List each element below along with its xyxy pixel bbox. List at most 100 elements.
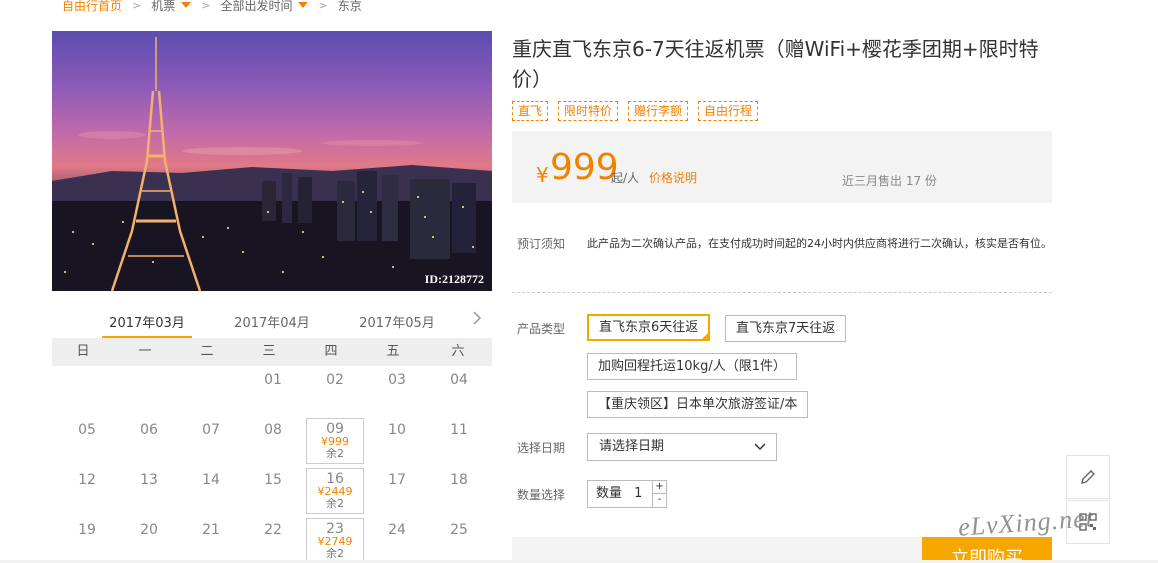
price-unit: 起/人 [611, 171, 640, 185]
product-tag: 直飞 [512, 101, 549, 121]
calendar-day: 15 [244, 468, 302, 514]
calendar-day-number: 25 [450, 522, 468, 538]
tab-month-1[interactable]: 2017年03月 [102, 312, 192, 339]
calendar-day-number: 05 [78, 422, 96, 438]
calendar-day-number: 02 [326, 372, 344, 388]
quantity-stepper[interactable]: 数量 1 + - [587, 480, 667, 508]
weekday-label: 一 [138, 344, 152, 359]
weekday-label: 六 [451, 344, 465, 359]
option-visa[interactable]: 【重庆领区】日本单次旅游签证/本 [587, 391, 809, 418]
calendar-day-number: 06 [140, 422, 158, 438]
calendar-day: 02 [306, 368, 364, 414]
calendar-day: 04 [430, 368, 488, 414]
breadcrumb-destination[interactable]: 东京 [338, 0, 362, 14]
quantity-buttons: + - [652, 481, 666, 507]
calendar-day-number: 22 [264, 522, 282, 538]
calendar-day: 08 [244, 418, 302, 464]
sold-count: 近三月售出 17 份 [842, 174, 937, 188]
breadcrumb-separator-icon: > [132, 0, 142, 12]
quantity-value[interactable]: 1 [634, 486, 642, 501]
caret-down-icon [298, 2, 309, 8]
calendar-day-remaining: 余2 [326, 497, 344, 510]
notice-label: 预订须知 [517, 237, 566, 251]
weekday-label: 二 [200, 344, 214, 359]
divider [512, 292, 1052, 293]
calendar-day-available[interactable]: 23 ¥2749 余2 [306, 518, 364, 563]
calendar-day: 25 [430, 518, 488, 563]
calendar-day-number: 18 [450, 472, 468, 488]
product-tag: 限时特价 [558, 101, 619, 121]
calendar-day: 22 [244, 518, 302, 563]
option-baggage-addon[interactable]: 加购回程托运10kg/人（限1件） [587, 353, 797, 380]
calendar-day: 19 [58, 518, 116, 563]
date-select-value: 请选择日期 [599, 439, 665, 454]
calendar-day-number: 08 [264, 422, 282, 438]
calendar-day: 13 [120, 468, 178, 514]
calendar-day-available[interactable]: 09 ¥999 余2 [306, 418, 364, 464]
calendar-day [182, 368, 240, 414]
chevron-right-icon[interactable] [470, 311, 484, 325]
calendar-day: 14 [182, 468, 240, 514]
tab-month-3[interactable]: 2017年05月 [352, 312, 442, 331]
option-direct-6-days[interactable]: 直飞东京6天往返 [587, 314, 711, 341]
chevron-down-icon [754, 443, 766, 450]
quantity-decrease-button[interactable]: - [653, 494, 666, 507]
photo-id-label: ID:2128772 [424, 272, 484, 286]
tokyo-tower-skyline-image [52, 37, 492, 291]
calendar-day-number: 20 [140, 522, 158, 538]
weekday-label: 四 [324, 344, 338, 359]
feedback-button[interactable] [1066, 455, 1110, 499]
calendar-day: 21 [182, 518, 240, 563]
calendar-day-number: 01 [264, 372, 282, 388]
calendar-day: 18 [430, 468, 488, 514]
month-tabs: 2017年03月 2017年04月 2017年05月 [52, 306, 492, 340]
calendar-day-number: 13 [140, 472, 158, 488]
date-label: 选择日期 [517, 441, 566, 455]
calendar-day-number: 16 [326, 471, 344, 487]
product-photo: ID:2128772 [52, 31, 492, 291]
calendar-day-available[interactable]: 16 ¥2449 余2 [306, 468, 364, 514]
calendar-day: 20 [120, 518, 178, 563]
calendar-day-number: 15 [264, 472, 282, 488]
calendar-day-number: 19 [78, 522, 96, 538]
calendar-day: 07 [182, 418, 240, 464]
calendar-day-number: 11 [450, 422, 468, 438]
weekday-label: 日 [76, 344, 90, 359]
notice-text: 此产品为二次确认产品，在支付成功时间起的24小时内供应商将进行二次确认，核实是否… [587, 237, 1052, 250]
breadcrumb-home[interactable]: 自由行首页 [62, 0, 122, 14]
calendar-day: 17 [368, 468, 426, 514]
price-note-link[interactable]: 价格说明 [649, 169, 697, 186]
calendar-day-remaining: 余2 [326, 447, 344, 460]
product-type-label: 产品类型 [517, 322, 566, 336]
price-calendar: 日 一 二 三 四 五 六 01 02 03 04 05 06 07 08 09 ¥999 余2 10… [52, 338, 492, 563]
calendar-day: 06 [120, 418, 178, 464]
calendar-day-number: 10 [388, 422, 406, 438]
calendar-day: 12 [58, 468, 116, 514]
breadcrumb-separator-icon: > [201, 0, 211, 12]
calendar-day-number: 04 [450, 372, 468, 388]
date-select[interactable]: 请选择日期 [587, 433, 777, 461]
calendar-day [58, 368, 116, 414]
calendar-day-number: 09 [326, 421, 344, 437]
quantity-increase-button[interactable]: + [653, 481, 666, 494]
quantity-label: 数量选择 [517, 488, 566, 502]
option-direct-7-days[interactable]: 直飞东京7天往返 [725, 315, 847, 342]
quantity-prefix: 数量 [596, 486, 623, 501]
price-value: 999 [550, 147, 619, 188]
calendar-day: 11 [430, 418, 488, 464]
product-title: 重庆直飞东京6-7天往返机票（赠WiFi+樱花季团期+限时特价） [512, 37, 1039, 91]
calendar-day-number: 17 [388, 472, 406, 488]
calendar-day: 01 [244, 368, 302, 414]
calendar-day [120, 368, 178, 414]
calendar-weekday-header: 日 一 二 三 四 五 六 [52, 338, 492, 366]
calendar-day-number: 03 [388, 372, 406, 388]
price-currency: ¥ [536, 163, 549, 187]
product-tag: 赠行李额 [628, 101, 689, 121]
weekday-label: 三 [262, 344, 276, 359]
calendar-day: 05 [58, 418, 116, 464]
breadcrumb-departure[interactable]: 全部出发时间 [220, 0, 309, 14]
tab-month-2[interactable]: 2017年04月 [227, 312, 317, 331]
breadcrumb-category[interactable]: 机票 [151, 0, 192, 14]
caret-down-icon [181, 2, 192, 8]
calendar-day-number: 24 [388, 522, 406, 538]
